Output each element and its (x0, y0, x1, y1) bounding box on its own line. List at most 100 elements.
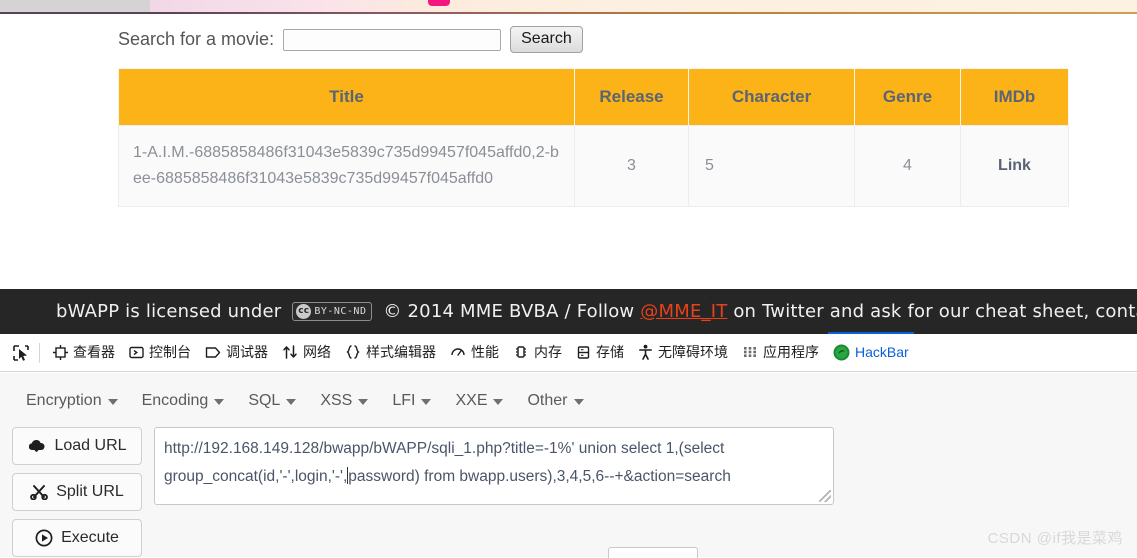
devtools-tab-style-editor[interactable]: 样式编辑器 (338, 337, 443, 368)
cell-genre: 4 (854, 125, 961, 207)
scissors-icon (30, 484, 49, 500)
column-header-title: Title (118, 68, 575, 126)
cell-imdb-link[interactable]: Link (960, 125, 1069, 207)
debugger-icon (205, 345, 221, 360)
hackbar-menu-encryption[interactable]: Encryption (16, 388, 128, 414)
cc-terms-label: BY-NC-ND (314, 305, 367, 317)
cell-character: 5 (688, 125, 855, 207)
devtools-tab-console[interactable]: 控制台 (122, 337, 198, 368)
creative-commons-badge: cc BY-NC-ND (292, 301, 373, 321)
twitter-handle-link[interactable]: @MME_IT (640, 301, 727, 322)
cloud-download-icon (27, 438, 46, 454)
page-top-edge (0, 0, 1137, 12)
hackbar-menu-label: Other (527, 392, 568, 409)
devtools-toolbar: 查看器 控制台 调试器 网络 样式编辑器 性能 内存 存储 无障碍环境 应用程序… (0, 331, 1137, 372)
chevron-down-icon (214, 399, 225, 405)
toolbar-divider (39, 342, 40, 363)
column-header-genre: Genre (854, 68, 961, 126)
element-picker-icon[interactable] (6, 339, 36, 367)
search-form: Search for a movie: Search (118, 26, 583, 53)
network-icon (282, 344, 298, 360)
column-header-character: Character (688, 68, 855, 126)
devtools-tab-label: 网络 (303, 344, 331, 360)
hackbar-menu-label: Encoding (141, 392, 209, 409)
hackbar-menu-label: LFI (392, 392, 416, 409)
devtools-tab-label: 查看器 (73, 344, 115, 360)
cc-circle-icon: cc (296, 303, 312, 319)
style-editor-icon (345, 344, 361, 360)
column-header-imdb: IMDb (960, 68, 1069, 126)
chevron-down-icon (358, 399, 369, 405)
license-text-before: bWAPP is licensed under (56, 301, 288, 322)
hackbar-menu-encoding[interactable]: Encoding (132, 388, 235, 414)
hackbar-menu-lfi[interactable]: LFI (382, 388, 441, 414)
load-url-label: Load URL (54, 437, 127, 454)
split-url-label: Split URL (56, 483, 124, 500)
hackbar-menu-other[interactable]: Other (517, 388, 593, 414)
devtools-tab-label: 性能 (471, 344, 499, 360)
devtools-tab-memory[interactable]: 内存 (506, 337, 569, 368)
inspector-icon (53, 344, 68, 360)
hackbar-menubar: Encryption Encoding SQL XSS LFI XXE Othe… (0, 373, 1137, 417)
license-text-tail: on Twitter and ask for our cheat sheet, … (733, 301, 1137, 322)
split-url-button[interactable]: Split URL (12, 473, 142, 511)
search-button[interactable]: Search (510, 26, 583, 53)
table-header-row: Title Release Character Genre IMDb (118, 68, 1069, 126)
accessibility-icon (638, 344, 653, 360)
devtools-tab-label: 存储 (596, 344, 624, 360)
hackbar-menu-label: SQL (248, 392, 281, 409)
devtools-tab-inspector[interactable]: 查看器 (46, 337, 122, 368)
storage-icon (576, 345, 591, 360)
search-input[interactable] (283, 28, 502, 51)
performance-icon (450, 344, 466, 360)
hackbar-menu-label: XXE (455, 392, 488, 409)
hackbar-action-buttons: Load URL Split URL Execute (12, 427, 142, 557)
devtools-tab-label: 无障碍环境 (658, 344, 728, 360)
table-row: 1-A.I.M.-6885858486f31043e5839c735d99457… (118, 125, 1069, 207)
console-icon (129, 345, 144, 360)
chevron-down-icon (107, 399, 118, 405)
search-label: Search for a movie: (118, 29, 275, 49)
chevron-down-icon (421, 399, 432, 405)
devtools-tab-application[interactable]: 应用程序 (735, 337, 826, 368)
hackbar-menu-xxe[interactable]: XXE (445, 388, 513, 414)
load-url-button[interactable]: Load URL (12, 427, 142, 465)
devtools-tab-accessibility[interactable]: 无障碍环境 (631, 337, 735, 368)
post-data-field[interactable] (608, 547, 698, 558)
pink-indicator (428, 0, 450, 6)
devtools-tab-storage[interactable]: 存储 (569, 337, 631, 368)
column-header-release: Release (574, 68, 689, 126)
hackbar-menu-sql[interactable]: SQL (238, 388, 306, 414)
memory-icon (513, 344, 529, 360)
execute-label: Execute (61, 529, 119, 546)
license-text-after: © 2014 MME BVBA / Follow (377, 301, 641, 322)
hackbar-menu-xss[interactable]: XSS (310, 388, 378, 414)
devtools-tab-hackbar[interactable]: HackBar (826, 331, 916, 367)
cell-release: 3 (574, 125, 689, 207)
devtools-tab-label: 应用程序 (763, 344, 819, 360)
movie-results-table: Title Release Character Genre IMDb 1-A.I… (118, 68, 1069, 207)
execute-button[interactable]: Execute (12, 519, 142, 557)
devtools-tab-performance[interactable]: 性能 (443, 337, 506, 368)
cell-title: 1-A.I.M.-6885858486f31043e5839c735d99457… (118, 125, 575, 207)
hackbar-panel: Encryption Encoding SQL XSS LFI XXE Othe… (0, 373, 1137, 558)
license-footer: bWAPP is licensed under cc BY-NC-ND © 201… (0, 289, 1137, 334)
application-icon (742, 344, 758, 360)
chevron-down-icon (286, 399, 297, 405)
devtools-tab-label: HackBar (855, 344, 909, 360)
devtools-tab-label: 内存 (534, 344, 562, 360)
devtools-tab-network[interactable]: 网络 (275, 337, 338, 368)
devtools-tab-debugger[interactable]: 调试器 (198, 337, 275, 368)
bwapp-page-content: Search for a movie: Search Title Release… (0, 14, 1137, 289)
devtools-tab-label: 控制台 (149, 344, 191, 360)
devtools-tab-label: 调试器 (226, 344, 268, 360)
hackbar-menu-label: XSS (320, 392, 353, 409)
play-circle-icon (35, 529, 53, 547)
hackbar-main-row: Load URL Split URL Execute http://192.16… (0, 417, 1137, 557)
url-textarea[interactable]: http://192.168.149.128/bwapp/bWAPP/sqli_… (154, 427, 834, 505)
hackbar-icon (833, 344, 850, 361)
textarea-resize-handle[interactable] (819, 490, 831, 502)
chevron-down-icon (573, 399, 584, 405)
hackbar-menu-label: Encryption (26, 392, 102, 409)
license-footer-text: bWAPP is licensed under cc BY-NC-ND © 201… (0, 301, 1137, 322)
